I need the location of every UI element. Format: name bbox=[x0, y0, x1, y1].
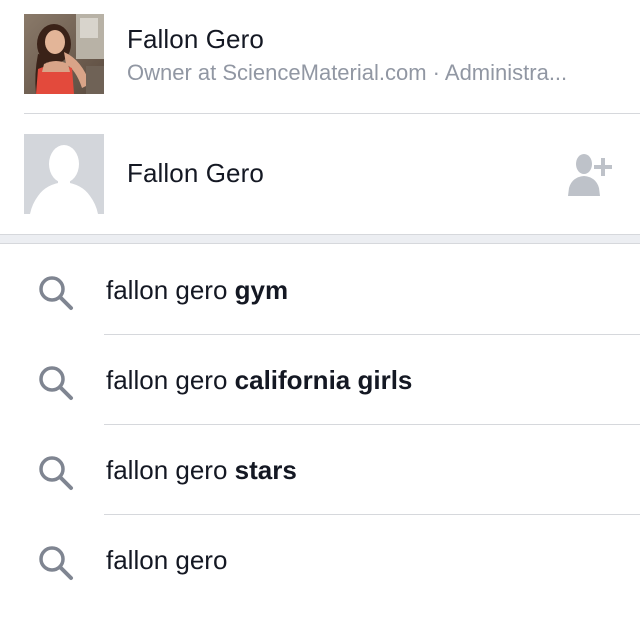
suggestion-text: fallon gero stars bbox=[106, 455, 297, 485]
person-result-2[interactable]: Fallon Gero bbox=[0, 114, 640, 235]
search-suggestion[interactable]: fallon gero california girls bbox=[0, 335, 640, 425]
avatar bbox=[24, 134, 104, 214]
section-separator bbox=[0, 234, 640, 244]
search-icon bbox=[39, 276, 73, 310]
add-friend-button[interactable] bbox=[568, 154, 616, 196]
suggestion-text: fallon gero bbox=[106, 545, 228, 575]
suggestion-text: fallon gero gym bbox=[106, 275, 289, 305]
search-suggestions: fallon gero gym fallon gero california g… bbox=[0, 245, 640, 605]
suggestion-text: fallon gero california girls bbox=[106, 365, 413, 395]
search-suggestion[interactable]: fallon gero gym bbox=[0, 245, 640, 335]
person-subtitle: Owner at ScienceMaterial.com · Administr… bbox=[127, 60, 568, 85]
person-name: Fallon Gero bbox=[127, 24, 264, 54]
avatar bbox=[24, 14, 104, 94]
search-suggestion[interactable]: fallon gero bbox=[0, 515, 640, 605]
silhouette-avatar-icon bbox=[24, 134, 104, 214]
person-name: Fallon Gero bbox=[127, 158, 264, 188]
search-typeahead-screen: Fallon Gero Owner at ScienceMaterial.com… bbox=[0, 0, 640, 640]
profile-photo bbox=[24, 14, 104, 94]
search-icon bbox=[39, 546, 73, 580]
search-suggestion[interactable]: fallon gero stars bbox=[0, 425, 640, 515]
add-friend-icon bbox=[568, 154, 612, 196]
search-icon bbox=[39, 456, 73, 490]
search-icon bbox=[39, 366, 73, 400]
person-result-1[interactable]: Fallon Gero Owner at ScienceMaterial.com… bbox=[0, 0, 640, 113]
